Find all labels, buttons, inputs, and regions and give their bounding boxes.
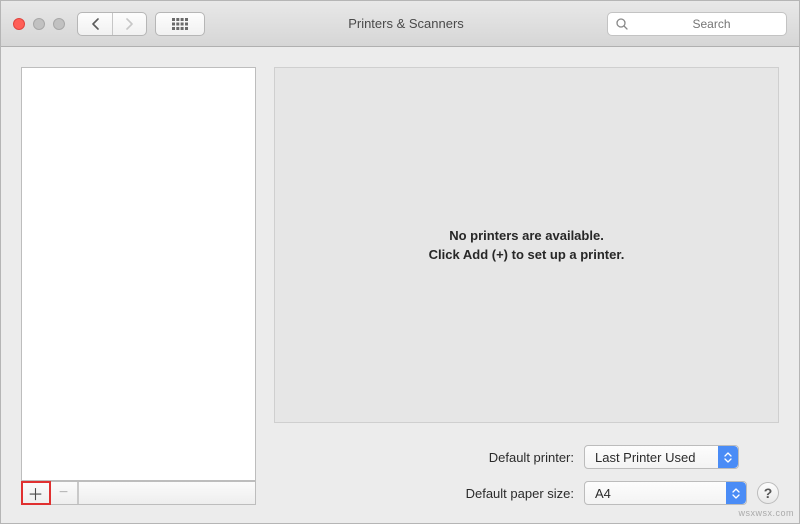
minimize-window-button[interactable] (33, 18, 45, 30)
default-printer-row: Default printer: Last Printer Used (274, 445, 779, 469)
default-printer-select[interactable]: Last Printer Used (584, 445, 739, 469)
grid-icon (172, 18, 188, 30)
list-footer: ＋ − (21, 481, 256, 505)
search-icon (616, 18, 628, 30)
remove-printer-button: − (50, 482, 78, 504)
help-icon: ? (764, 485, 773, 501)
empty-state-line1: No printers are available. (449, 226, 604, 246)
chevron-left-icon (91, 18, 100, 30)
window-title: Printers & Scanners (213, 16, 599, 31)
printer-list[interactable] (21, 67, 256, 481)
default-printer-value: Last Printer Used (595, 450, 695, 465)
help-button[interactable]: ? (757, 482, 779, 504)
select-stepper-icon (718, 446, 738, 468)
back-button[interactable] (78, 13, 112, 35)
empty-state-line2: Click Add (+) to set up a printer. (429, 245, 625, 265)
search-input[interactable] (634, 17, 789, 31)
default-paper-value: A4 (595, 486, 611, 501)
footer-spacer (78, 482, 255, 504)
content-area: ＋ − No printers are available. Click Add… (1, 47, 799, 523)
default-paper-select[interactable]: A4 (584, 481, 747, 505)
watermark: wsxwsx.com (738, 508, 794, 518)
default-paper-row: Default paper size: A4 ? (274, 481, 779, 505)
plus-icon: ＋ (27, 481, 43, 505)
printer-list-column: ＋ − (21, 67, 256, 505)
search-field[interactable] (607, 12, 787, 36)
bottom-controls: Default printer: Last Printer Used Defau… (274, 423, 779, 505)
titlebar: Printers & Scanners (1, 1, 799, 47)
forward-button[interactable] (112, 13, 146, 35)
minus-icon: − (59, 484, 68, 502)
chevron-right-icon (125, 18, 134, 30)
zoom-window-button[interactable] (53, 18, 65, 30)
select-stepper-icon (726, 482, 746, 504)
add-printer-button[interactable]: ＋ (22, 482, 50, 504)
detail-column: No printers are available. Click Add (+)… (274, 67, 779, 505)
default-printer-label: Default printer: (274, 450, 574, 465)
window-controls (13, 18, 65, 30)
preferences-window: Printers & Scanners ＋ − No printers are … (0, 0, 800, 524)
nav-back-forward (77, 12, 147, 36)
show-all-button[interactable] (155, 12, 205, 36)
empty-state-panel: No printers are available. Click Add (+)… (274, 67, 779, 423)
close-window-button[interactable] (13, 18, 25, 30)
default-paper-label: Default paper size: (274, 486, 574, 501)
